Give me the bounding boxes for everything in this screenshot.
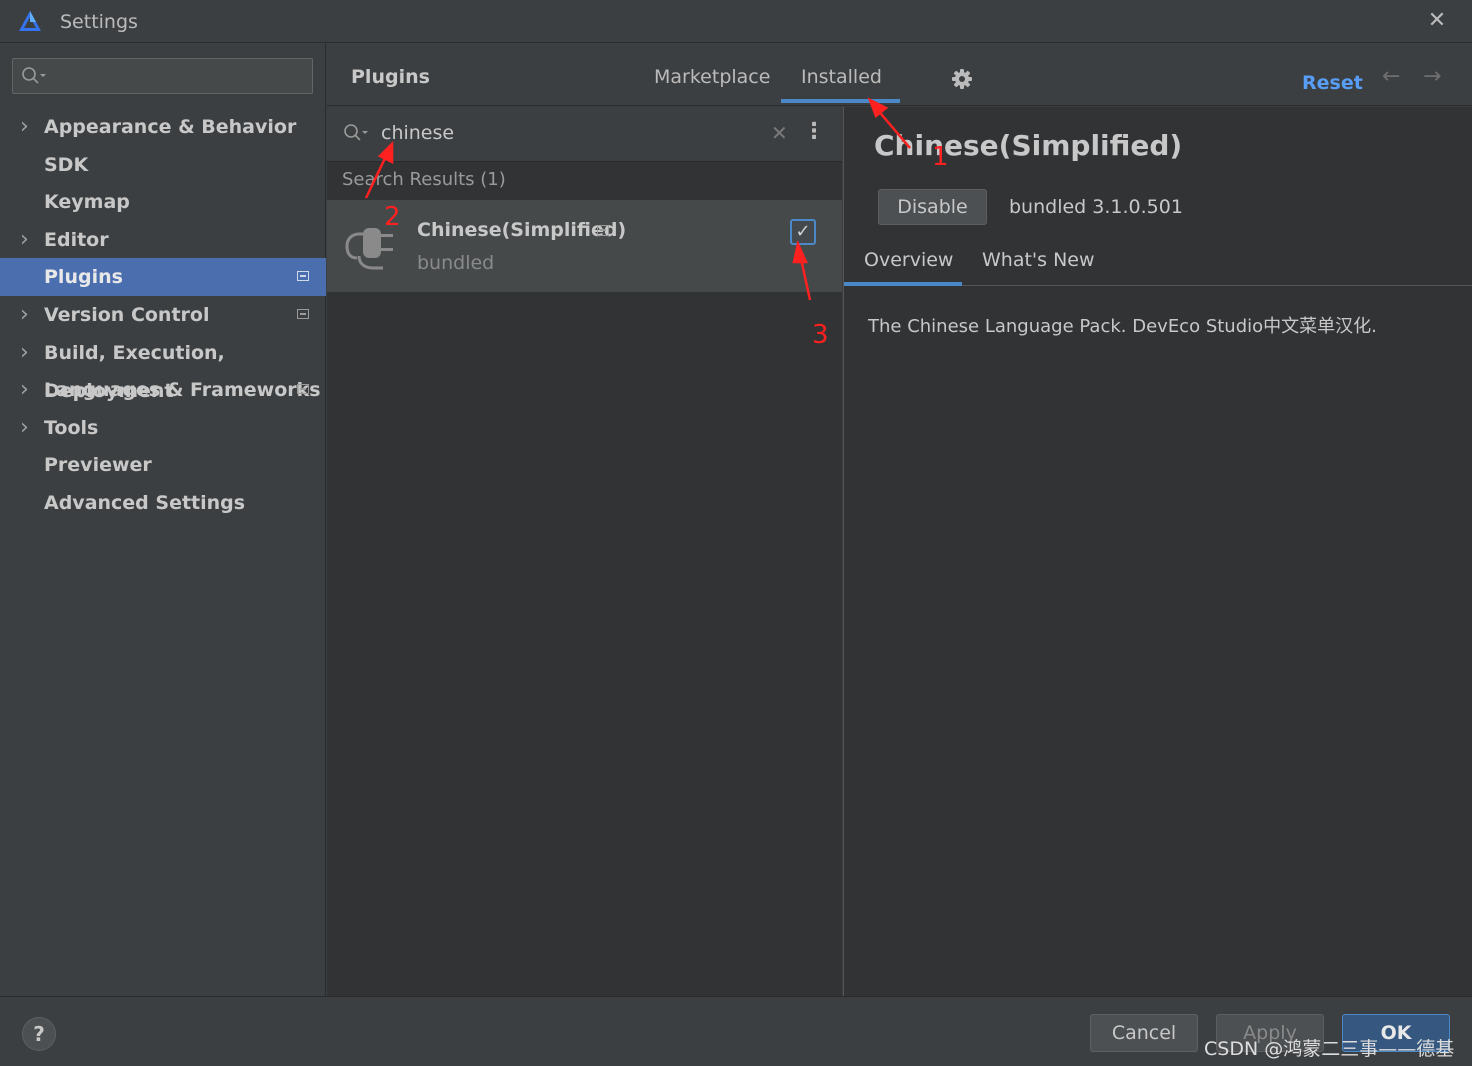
sidebar-item-label: Appearance & Behavior [44,116,297,138]
plugin-description: The Chinese Language Pack. DevEco Studio… [868,316,1377,337]
plugin-list-panel: chinese ✕ ⋮ Search Results (1) Chinese(S… [327,107,842,996]
sidebar-item-build-execution-deployment[interactable]: › Build, Execution, Deployment [0,334,326,402]
sidebar-item-label: Version Control [44,304,210,326]
tab-whats-new[interactable]: What's New [982,249,1095,271]
sidebar-item-label: SDK [44,154,89,176]
back-arrow-icon[interactable]: ← [1382,64,1400,89]
annotation-number-3: 3 [812,320,829,350]
settings-search-input[interactable] [12,58,313,94]
sidebar-item-tools[interactable]: › Tools [0,409,326,447]
active-tab-indicator [844,282,962,286]
tab-installed[interactable]: Installed [801,66,882,88]
sidebar-item-label: Editor [44,229,109,251]
search-icon [344,124,368,141]
forward-arrow-icon[interactable]: → [1423,64,1441,89]
tab-overview[interactable]: Overview [864,249,953,271]
sidebar-item-label: Plugins [44,266,123,288]
watermark-text: CSDN @鸿蒙二三事——德基 [1204,1038,1455,1060]
settings-sidebar: › Appearance & Behavior SDK Keymap › Editor Pl… [0,44,326,996]
search-icon [22,67,46,84]
plugin-name: Chinese(Simplified) [417,219,627,241]
plugin-version: bundled 3.1.0.501 [1009,196,1183,218]
project-level-badge-icon [297,384,309,394]
more-options-icon[interactable]: ⋮ [803,119,825,144]
sidebar-item-label: Tools [44,417,99,439]
tab-marketplace[interactable]: Marketplace [654,66,770,88]
chevron-right-icon[interactable]: › [20,371,34,409]
annotation-number-1: 1 [932,142,949,172]
plugin-list-item[interactable]: Chinese(Simplified) bundled ✓ [327,200,842,292]
sidebar-item-label: Advanced Settings [44,492,246,514]
chevron-right-icon[interactable]: › [20,108,34,146]
reset-link[interactable]: Reset [1302,72,1363,94]
title-bar: Settings ✕ [0,0,1472,43]
sidebar-item-version-control[interactable]: › Version Control [0,296,326,334]
project-level-badge-icon [297,271,309,281]
chevron-right-icon[interactable]: › [20,409,34,447]
plugin-details-title: Chinese(Simplified) [874,129,1183,162]
sidebar-item-sdk[interactable]: SDK [0,146,326,184]
details-tabs: Overview What's New [844,235,1472,286]
sidebar-item-languages-frameworks[interactable]: › Languages & Frameworks [0,371,326,409]
sidebar-item-advanced-settings[interactable]: Advanced Settings [0,484,326,522]
sidebar-item-keymap[interactable]: Keymap [0,183,326,221]
page-title: Plugins [351,66,430,88]
plugin-details-panel: Chinese(Simplified) Disable bundled 3.1.… [843,107,1472,996]
chevron-right-icon[interactable]: › [20,296,34,334]
plugin-search-input[interactable]: chinese ✕ ⋮ [327,107,842,162]
chevron-right-icon[interactable]: › [20,334,34,372]
sidebar-item-previewer[interactable]: Previewer [0,446,326,484]
plugins-header: Plugins Marketplace Installed Reset ← → [327,44,1472,106]
window-title: Settings [60,11,138,33]
clear-search-icon[interactable]: ✕ [771,121,788,145]
plugin-enabled-checkbox[interactable]: ✓ [790,219,816,245]
sidebar-item-label: Previewer [44,454,152,476]
help-icon[interactable]: ? [22,1017,56,1051]
plugin-search-value[interactable]: chinese [381,122,454,144]
chevron-right-icon[interactable]: › [20,221,34,259]
cancel-button[interactable]: Cancel [1090,1014,1198,1052]
close-icon[interactable]: ✕ [1424,8,1450,34]
search-results-label: Search Results (1) [342,169,506,190]
sidebar-item-label: Keymap [44,191,130,213]
bundled-badge-icon [597,225,609,236]
plugin-subtitle: bundled [417,252,495,274]
sidebar-item-editor[interactable]: › Editor [0,221,326,259]
annotation-number-2: 2 [384,202,401,232]
gear-icon[interactable] [951,68,973,90]
project-level-badge-icon [297,309,309,319]
app-logo-icon [19,11,41,31]
active-tab-indicator [781,99,900,103]
disable-button[interactable]: Disable [878,189,987,225]
sidebar-item-label: Languages & Frameworks [44,379,321,401]
sidebar-item-appearance-behavior[interactable]: › Appearance & Behavior [0,108,326,146]
sidebar-item-plugins[interactable]: Plugins [0,258,326,296]
